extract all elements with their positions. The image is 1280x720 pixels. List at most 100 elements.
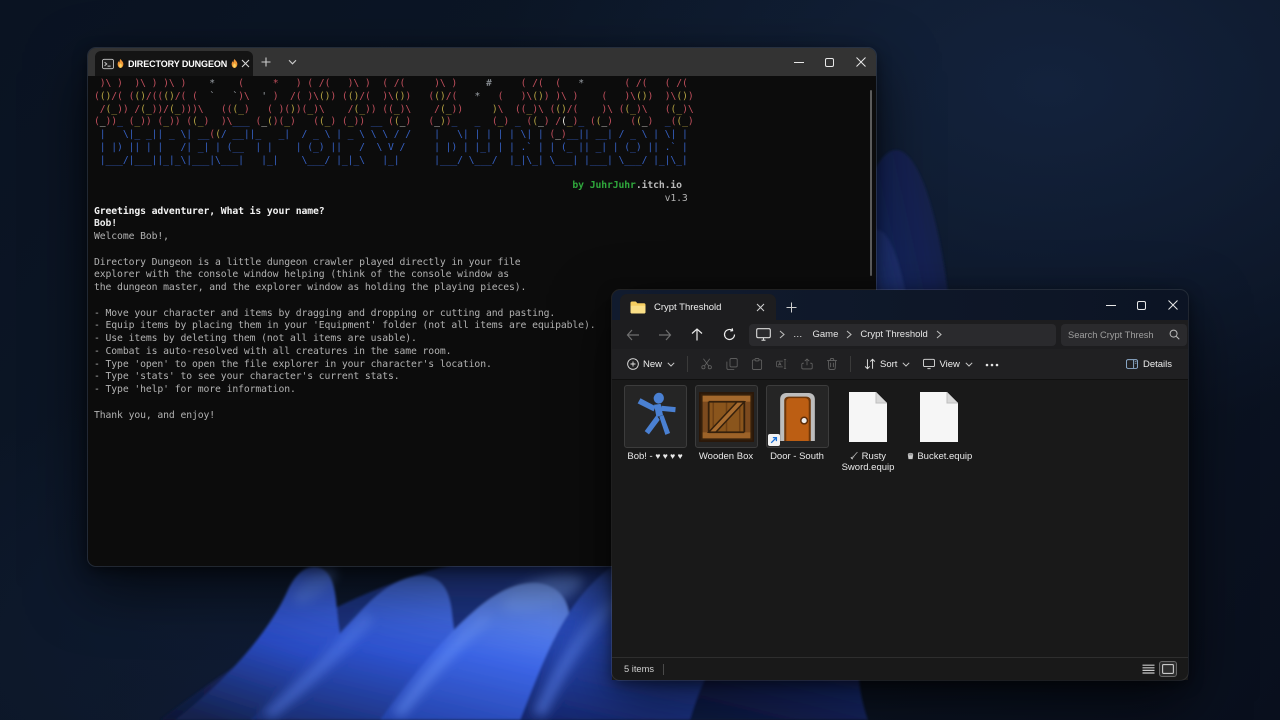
- terminal-scrollbar[interactable]: [869, 90, 872, 276]
- file-name-label: Bob! - ♥ ♥ ♥ ♥: [627, 451, 683, 462]
- monitor-icon: [756, 328, 771, 341]
- breadcrumb-chevron-icon: [846, 330, 853, 339]
- more-options-button[interactable]: [979, 352, 1005, 376]
- explorer-tab[interactable]: Crypt Threshold: [620, 294, 776, 320]
- ellipsis-icon: [985, 359, 999, 370]
- up-button[interactable]: [681, 322, 713, 348]
- file-icon-graphic: [920, 391, 958, 442]
- search-box[interactable]: Search Crypt Thresh: [1061, 323, 1187, 346]
- terminal-title-text: DIRECTORY DUNGEON: [128, 58, 228, 69]
- flame-emoji-icon: [231, 59, 238, 68]
- explorer-navigation-bar: … Game Crypt Threshold Search Crypt Thre…: [612, 320, 1188, 349]
- explorer-tab-close-icon[interactable]: [752, 299, 768, 315]
- explorer-status-bar: 5 items: [612, 657, 1188, 680]
- chevron-down-icon: [902, 361, 911, 367]
- flame-emoji-icon: [117, 59, 124, 68]
- view-icon: [922, 358, 935, 371]
- forward-button[interactable]: [649, 322, 681, 348]
- explorer-new-tab-button[interactable]: [776, 294, 806, 320]
- breadcrumb-bar[interactable]: … Game Crypt Threshold: [749, 323, 1056, 346]
- new-plus-icon: [626, 358, 639, 371]
- explorer-maximize-button[interactable]: [1126, 290, 1157, 320]
- breadcrumb-overflow-button[interactable]: …: [793, 329, 803, 340]
- person-icon-graphic: [637, 392, 676, 435]
- share-button[interactable]: [794, 352, 819, 376]
- view-button-label: View: [939, 358, 960, 370]
- terminal-maximize-button[interactable]: [814, 48, 845, 76]
- search-icon: [1169, 329, 1180, 340]
- file-item[interactable]: Bucket.equip: [894, 385, 984, 462]
- door-icon-graphic: [779, 393, 815, 441]
- file-list-area[interactable]: Bob! - ♥ ♥ ♥ ♥ Wooden Box Door - South Rus…: [612, 380, 1188, 657]
- folder-icon: [630, 301, 646, 313]
- sort-button[interactable]: Sort: [857, 352, 916, 376]
- details-view-toggle[interactable]: [1140, 662, 1156, 676]
- share-icon: [800, 358, 813, 371]
- details-button[interactable]: Details: [1120, 352, 1178, 376]
- details-panel-icon: [1126, 358, 1139, 371]
- cut-icon: [700, 358, 713, 371]
- file-name-hearts: ♥ ♥ ♥ ♥: [655, 451, 683, 461]
- copy-icon: [725, 358, 738, 371]
- person-icon: [623, 385, 687, 448]
- breadcrumb-chevron-icon: [936, 330, 942, 339]
- terminal-minimize-button[interactable]: [783, 48, 814, 76]
- status-view-toggles: [1140, 661, 1177, 677]
- terminal-close-button[interactable]: [845, 48, 876, 76]
- file-name-label: Door - South: [770, 451, 824, 462]
- explorer-toolbar: New Sort View Details: [612, 349, 1188, 380]
- delete-button[interactable]: [819, 352, 844, 376]
- trash-icon: [825, 358, 838, 371]
- copy-button[interactable]: [719, 352, 744, 376]
- chevron-down-icon: [965, 361, 973, 367]
- paste-button[interactable]: [744, 352, 769, 376]
- crate-icon: [694, 385, 758, 448]
- terminal-new-tab-button[interactable]: [253, 48, 279, 76]
- rename-icon: [775, 358, 788, 371]
- shortcut-arrow-icon: [767, 434, 780, 446]
- chevron-down-icon: [667, 361, 675, 367]
- search-placeholder: Search Crypt Thresh: [1068, 329, 1154, 340]
- file-icon-graphic: [849, 391, 887, 442]
- sort-icon: [863, 358, 876, 371]
- paste-icon: [750, 358, 763, 371]
- dagger-emoji-icon: [850, 451, 858, 460]
- view-button[interactable]: View: [916, 352, 978, 376]
- file-explorer-window: Crypt Threshold … Game Crypt Threshold S…: [611, 289, 1189, 681]
- breadcrumb-chevron-icon: [779, 330, 785, 339]
- back-button[interactable]: [617, 322, 649, 348]
- breadcrumb-item-game[interactable]: Game: [813, 329, 839, 340]
- details-button-label: Details: [1142, 358, 1172, 370]
- explorer-tab-title: Crypt Threshold: [654, 301, 722, 313]
- toolbar-separator: [687, 356, 689, 372]
- crate-icon-graphic: [698, 391, 754, 442]
- explorer-tab-bar: Crypt Threshold: [612, 290, 1188, 320]
- terminal-icon: [102, 58, 114, 69]
- cut-button[interactable]: [694, 352, 719, 376]
- explorer-minimize-button[interactable]: [1095, 290, 1126, 320]
- large-icons-view-toggle[interactable]: [1159, 661, 1177, 677]
- terminal-titlebar[interactable]: DIRECTORY DUNGEON: [88, 48, 876, 76]
- terminal-tab-title: DIRECTORY DUNGEON: [116, 58, 239, 69]
- items-count-label: 5 items: [624, 664, 654, 674]
- explorer-close-button[interactable]: [1157, 290, 1188, 320]
- door-icon: [765, 385, 829, 448]
- sort-button-label: Sort: [880, 358, 898, 370]
- explorer-caption-buttons: [1095, 290, 1188, 320]
- refresh-button[interactable]: [713, 322, 745, 348]
- file-name-label: Rusty Sword.equip: [841, 451, 895, 473]
- status-separator: [662, 663, 664, 675]
- new-button[interactable]: New: [620, 352, 681, 376]
- terminal-tab[interactable]: DIRECTORY DUNGEON: [95, 51, 253, 76]
- terminal-tab-close-icon[interactable]: [241, 57, 250, 71]
- toolbar-separator: [850, 356, 852, 372]
- breadcrumb-item-crypt-threshold[interactable]: Crypt Threshold: [860, 329, 927, 340]
- terminal-tab-dropdown-button[interactable]: [279, 48, 305, 76]
- file-icon: [837, 385, 900, 448]
- terminal-caption-buttons: [783, 48, 876, 76]
- file-icon: [908, 385, 971, 448]
- rename-button[interactable]: [769, 352, 794, 376]
- file-name-label: Bucket.equip: [904, 451, 974, 462]
- bucket-emoji-icon: [907, 452, 913, 460]
- new-button-label: New: [643, 358, 663, 370]
